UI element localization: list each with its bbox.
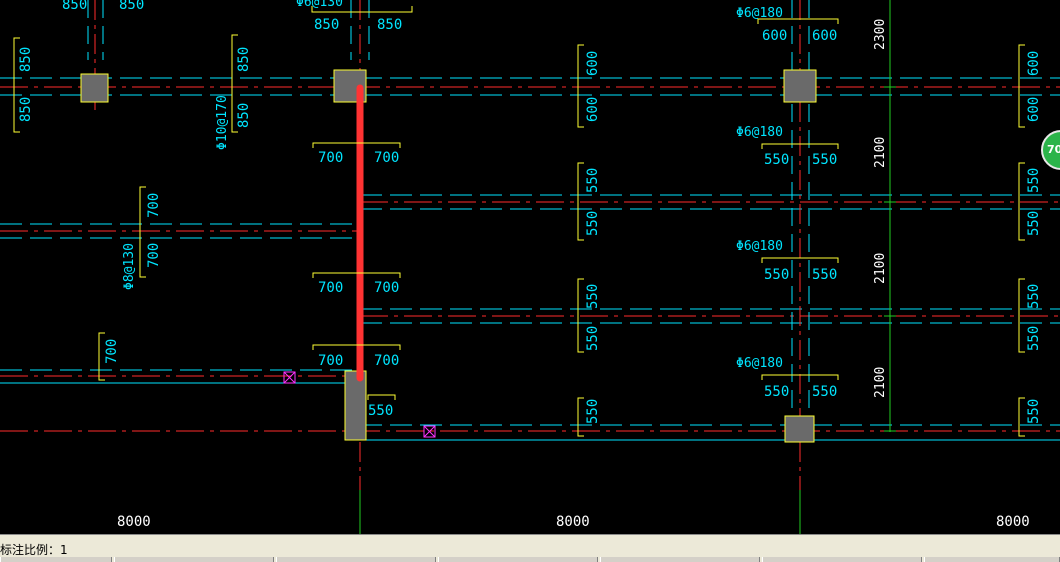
dim-mid-550-1a: 550 — [585, 168, 601, 193]
cad-drawing[interactable]: 850 850 Φ6@130 850 850 850 850 850 850 Φ… — [0, 0, 1060, 534]
rebar-c2: Φ6@180 — [736, 125, 783, 140]
dim-mid-600-top: 600 — [585, 51, 601, 76]
dim-c1-600-left: 600 — [762, 28, 787, 44]
vertical-beam-edges — [87, 0, 810, 420]
dim-mid-550-2a: 550 — [585, 284, 601, 309]
dim-mid-850-bottom: 850 — [236, 103, 252, 128]
dim-right-550-1a: 550 — [1026, 168, 1042, 193]
rebar-8-130: Φ8@130 — [122, 243, 137, 290]
dim-b-700-1-right: 700 — [374, 150, 399, 166]
dim-b-550: 550 — [368, 403, 393, 419]
column-a1[interactable] — [80, 73, 109, 103]
dim-c4-550-right: 550 — [812, 384, 837, 400]
tab-6[interactable] — [762, 557, 922, 562]
dim-left-850-bottom: 850 — [18, 97, 34, 122]
dim-mid-550-2b: 550 — [585, 326, 601, 351]
dim-mid-550-3: 550 — [585, 399, 601, 424]
tab-5[interactable] — [600, 557, 760, 562]
dim-right-600-top: 600 — [1026, 51, 1042, 76]
dim-b-700-3-left: 700 — [318, 353, 343, 369]
span-2300: 2300 — [873, 19, 888, 50]
tab-1[interactable] — [0, 557, 112, 562]
span-8000-right: 8000 — [996, 514, 1030, 530]
dim-b-700-2-left: 700 — [318, 280, 343, 296]
dim-mid-850-top: 850 — [236, 47, 252, 72]
scale-label: 标注比例：1 — [0, 543, 68, 557]
dim-b1-850-right: 850 — [377, 17, 402, 33]
dim-right-550-2b: 550 — [1026, 326, 1042, 351]
rebar-c4: Φ6@180 — [736, 356, 783, 371]
edge-badge-text: 70 — [1047, 143, 1060, 156]
span-2100-a: 2100 — [873, 137, 888, 168]
dim-left-700-top: 700 — [146, 193, 162, 218]
dim-c3-550-right: 550 — [812, 267, 837, 283]
column-c4[interactable] — [784, 415, 815, 443]
dim-b-700-3-right: 700 — [374, 353, 399, 369]
dim-right-550-1b: 550 — [1026, 211, 1042, 236]
rebar-c1: Φ6@180 — [736, 6, 783, 21]
dim-mid-550-1b: 550 — [585, 211, 601, 236]
dim-top-850-b: 850 — [119, 0, 144, 13]
cad-canvas[interactable]: 850 850 Φ6@130 850 850 850 850 850 850 Φ… — [0, 0, 1060, 534]
dim-left-850-top: 850 — [18, 47, 34, 72]
dim-b-700-2-right: 700 — [374, 280, 399, 296]
dim-b1-850-left: 850 — [314, 17, 339, 33]
dim-c3-550-left: 550 — [764, 267, 789, 283]
rebar-top-b: Φ6@130 — [296, 0, 343, 10]
dim-c1-600-right: 600 — [812, 28, 837, 44]
tab-3[interactable] — [276, 557, 436, 562]
dim-mid-600-bottom: 600 — [585, 97, 601, 122]
dim-c4-550-left: 550 — [764, 384, 789, 400]
dim-c2-550-right: 550 — [812, 152, 837, 168]
tab-7[interactable] — [924, 557, 1060, 562]
vertical-span-texts: 2300 2100 2100 2100 — [873, 19, 888, 398]
bottom-span-texts: 8000 8000 8000 — [117, 514, 1030, 530]
column-c1[interactable] — [783, 69, 817, 103]
span-2100-c: 2100 — [873, 367, 888, 398]
rebar-c3: Φ6@180 — [736, 239, 783, 254]
bottom-tab-strip — [0, 557, 1060, 562]
dim-top-850-a: 850 — [62, 0, 87, 13]
dim-left-700-low: 700 — [104, 339, 120, 364]
dim-right-550-3: 550 — [1026, 399, 1042, 424]
rebar-170: Φ10@170 — [215, 95, 230, 150]
tab-4[interactable] — [438, 557, 598, 562]
dimension-texts: 850 850 Φ6@130 850 850 850 850 850 850 Φ… — [18, 0, 1042, 424]
dim-right-550-2a: 550 — [1026, 284, 1042, 309]
tab-2[interactable] — [114, 557, 274, 562]
span-8000-left: 8000 — [117, 514, 151, 530]
span-2100-b: 2100 — [873, 253, 888, 284]
columns[interactable] — [80, 69, 817, 443]
span-8000-middle: 8000 — [556, 514, 590, 530]
column-b4[interactable] — [344, 370, 367, 441]
dim-b-700-1-left: 700 — [318, 150, 343, 166]
dim-c2-550-left: 550 — [764, 152, 789, 168]
dim-left-700-bottom: 700 — [146, 243, 162, 268]
axis-lines-vertical — [94, 0, 801, 490]
dim-right-600-bottom: 600 — [1026, 97, 1042, 122]
